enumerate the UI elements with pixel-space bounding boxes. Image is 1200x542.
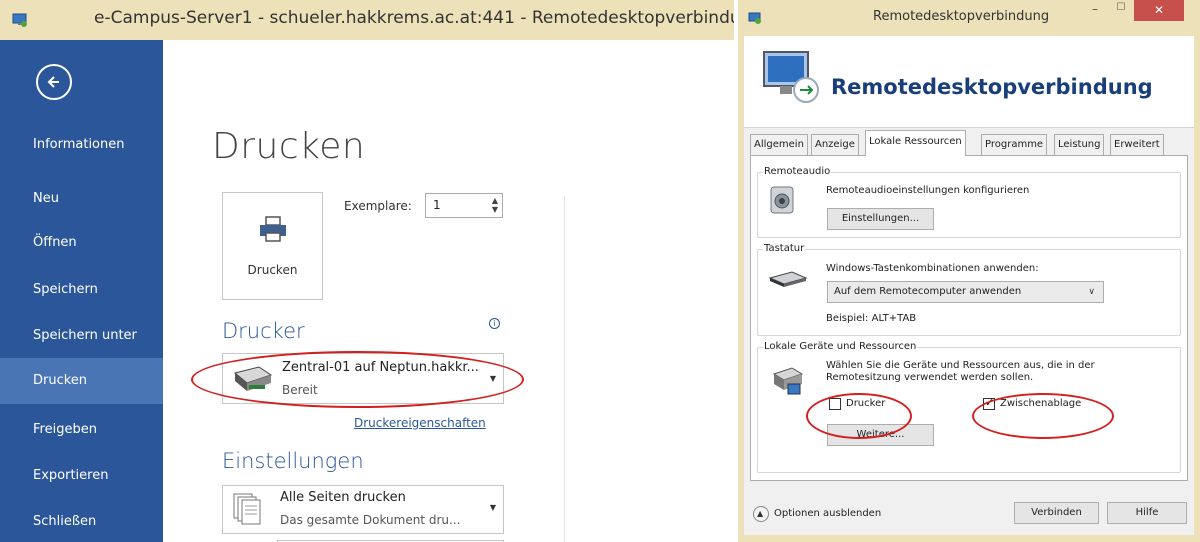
rdp-dialog: Remotedesktopverbindung – ☐ ✕ Remotedesk…	[738, 0, 1200, 542]
rdp-banner: Remotedesktopverbindung	[744, 36, 1194, 128]
left-title-bar: e-Campus-Server1 - schueler.hakkrems.ac.…	[0, 0, 734, 40]
left-window-title: e-Campus-Server1 - schueler.hakkrems.ac.…	[94, 8, 734, 28]
printers-checkbox-label[interactable]: Drucker	[846, 398, 885, 409]
devices-icon	[770, 366, 804, 400]
keyboard-combo-select[interactable]: Auf dem Remotecomputer anwenden ∨	[827, 281, 1104, 303]
more-devices-button[interactable]: Weitere...	[827, 424, 934, 446]
minimize-icon[interactable]: –	[1082, 2, 1108, 22]
clipboard-checkbox[interactable]: ✓	[983, 396, 995, 410]
chevron-down-icon: ▼	[489, 503, 496, 512]
sidebar-item-speichern-unter[interactable]: Speichern unter	[0, 313, 163, 359]
info-icon[interactable]: i	[489, 318, 500, 329]
print-pane: Drucken Drucken Exemplare: 1 ▲ ▼ Drucker …	[163, 40, 734, 542]
pages-dropdown[interactable]: Alle Seiten drucken Das gesamte Dokument…	[222, 485, 504, 534]
printer-icon	[258, 215, 288, 247]
group-tastatur: Tastatur Windows-Tastenkombinationen anw…	[757, 243, 1181, 336]
rdp-window-title: Remotedesktopverbindung	[873, 9, 1050, 24]
remote-desktop-app-icon	[12, 12, 28, 28]
page-title: Drucken	[212, 126, 366, 167]
printer-properties-link[interactable]: Druckereigenschaften	[354, 416, 486, 430]
remoteaudio-description: Remoteaudioeinstellungen konfigurieren	[826, 185, 1030, 196]
word-remote-window: e-Campus-Server1 - schueler.hakkrems.ac.…	[0, 0, 734, 542]
printer-dropdown[interactable]: Zentral-01 auf Neptun.hakkr... Bereit ▼	[222, 353, 504, 404]
keyboard-combo-value: Auf dem Remotecomputer anwenden	[834, 286, 1022, 297]
group-label-remoteaudio: Remoteaudio	[763, 166, 832, 177]
sidebar-item-freigeben[interactable]: Freigeben	[0, 407, 163, 453]
tab-panel-lokale-ressourcen: Remoteaudio Remoteaudioeinstellungen kon…	[750, 155, 1188, 481]
keyboard-description: Windows-Tastenkombinationen anwenden:	[826, 263, 1039, 274]
pages-stack-icon	[232, 492, 262, 532]
tab-programme[interactable]: Programme	[981, 134, 1048, 156]
devices-description-line2: Remotesitzung verwendet werden sollen.	[826, 372, 1034, 383]
tab-leistung[interactable]: Leistung	[1054, 134, 1105, 156]
divider	[564, 196, 565, 542]
pages-description: Das gesamte Dokument dru...	[280, 513, 461, 527]
remote-desktop-app-icon	[748, 10, 762, 29]
remote-monitor-icon	[762, 46, 826, 114]
sidebar-item-exportieren[interactable]: Exportieren	[0, 453, 163, 499]
rdp-body: Allgemein Anzeige Lokale Ressourcen Prog…	[744, 128, 1194, 535]
collapse-options-button[interactable]: ▲	[753, 506, 769, 522]
rdp-title-bar: Remotedesktopverbindung – ☐ ✕	[738, 0, 1200, 36]
copies-stepper[interactable]: 1 ▲ ▼	[425, 193, 503, 218]
sidebar-item-informationen[interactable]: Informationen	[0, 122, 163, 168]
sidebar-item-schliessen[interactable]: Schließen	[0, 499, 163, 542]
backstage-sidebar: Informationen Neu Öffnen Speichern Speic…	[0, 40, 163, 542]
tab-anzeige[interactable]: Anzeige	[811, 134, 859, 156]
print-button[interactable]: Drucken	[222, 192, 323, 300]
keyboard-example: Beispiel: ALT+TAB	[826, 313, 917, 324]
sidebar-item-speichern[interactable]: Speichern	[0, 267, 163, 313]
chevron-down-icon: ▼	[489, 374, 496, 383]
settings-heading: Einstellungen	[222, 449, 364, 473]
checkmark-icon: ✓	[985, 396, 995, 409]
audio-settings-button[interactable]: Einstellungen...	[827, 208, 934, 230]
sidebar-item-oeffnen[interactable]: Öffnen	[0, 220, 163, 266]
printer-heading: Drucker	[222, 319, 305, 343]
speaker-icon	[768, 185, 798, 219]
back-button[interactable]	[36, 64, 72, 100]
maximize-icon[interactable]: ☐	[1108, 2, 1134, 22]
spin-arrows-icon[interactable]: ▲ ▼	[492, 196, 498, 214]
printers-checkbox[interactable]	[829, 398, 841, 410]
arrow-left-icon	[47, 76, 59, 88]
chevron-up-icon: ▲	[757, 509, 764, 518]
copies-value: 1	[433, 198, 441, 212]
printer-name: Zentral-01 auf Neptun.hakkr...	[282, 360, 479, 375]
group-lokale-geraete: Lokale Geräte und Ressourcen Wählen Sie …	[757, 341, 1181, 473]
help-button[interactable]: Hilfe	[1107, 502, 1187, 524]
tab-erweitert[interactable]: Erweitert	[1110, 134, 1164, 156]
keyboard-icon	[768, 268, 808, 292]
tab-lokale-ressourcen[interactable]: Lokale Ressourcen	[865, 130, 966, 156]
chevron-down-icon: ∨	[1088, 287, 1095, 297]
clipboard-checkbox-label[interactable]: Zwischenablage	[1000, 398, 1081, 409]
printer-status: Bereit	[282, 383, 318, 397]
banner-title: Remotedesktopverbindung	[831, 75, 1153, 99]
print-button-label: Drucken	[247, 263, 298, 277]
group-remoteaudio: Remoteaudio Remoteaudioeinstellungen kon…	[757, 166, 1181, 238]
close-icon[interactable]: ✕	[1134, 0, 1184, 21]
group-label-lokale-geraete: Lokale Geräte und Ressourcen	[763, 341, 918, 352]
sidebar-item-neu[interactable]: Neu	[0, 176, 163, 222]
tab-allgemein[interactable]: Allgemein	[750, 134, 808, 156]
connect-button[interactable]: Verbinden	[1014, 502, 1099, 524]
sidebar-item-drucken[interactable]: Drucken	[0, 358, 163, 404]
group-label-tastatur: Tastatur	[763, 243, 806, 254]
collapse-options-label[interactable]: Optionen ausblenden	[774, 508, 881, 519]
copies-label: Exemplare:	[344, 199, 412, 213]
printer-device-icon	[229, 363, 275, 399]
devices-description-line1: Wählen Sie die Geräte und Ressourcen aus…	[826, 360, 1095, 371]
pages-option: Alle Seiten drucken	[280, 490, 406, 505]
